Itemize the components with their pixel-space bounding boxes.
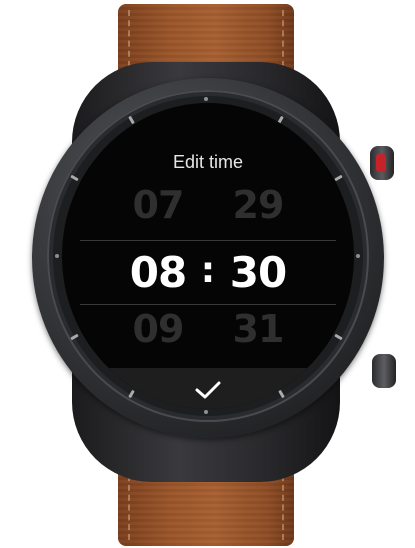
minute-previous[interactable]: 29: [218, 183, 298, 227]
minute-next[interactable]: 31: [218, 307, 298, 351]
lower-button[interactable]: [372, 354, 396, 388]
picker-row-previous: 07 29: [62, 183, 354, 243]
checkmark-icon: [195, 381, 221, 399]
hour-selected[interactable]: 08: [118, 248, 198, 297]
watch-screen: Edit time 07 29 08 : 30 09 31: [62, 103, 354, 409]
upper-button[interactable]: [370, 146, 394, 180]
hour-next[interactable]: 09: [118, 307, 198, 351]
hour-previous[interactable]: 07: [118, 183, 198, 227]
confirm-button[interactable]: [62, 368, 354, 409]
minute-selected[interactable]: 30: [218, 248, 298, 297]
picker-row-next: 09 31: [62, 307, 354, 367]
picker-row-selected: 08 : 30: [62, 240, 354, 304]
screen-title: Edit time: [172, 152, 244, 172]
picker-divider-bottom: [80, 304, 336, 305]
